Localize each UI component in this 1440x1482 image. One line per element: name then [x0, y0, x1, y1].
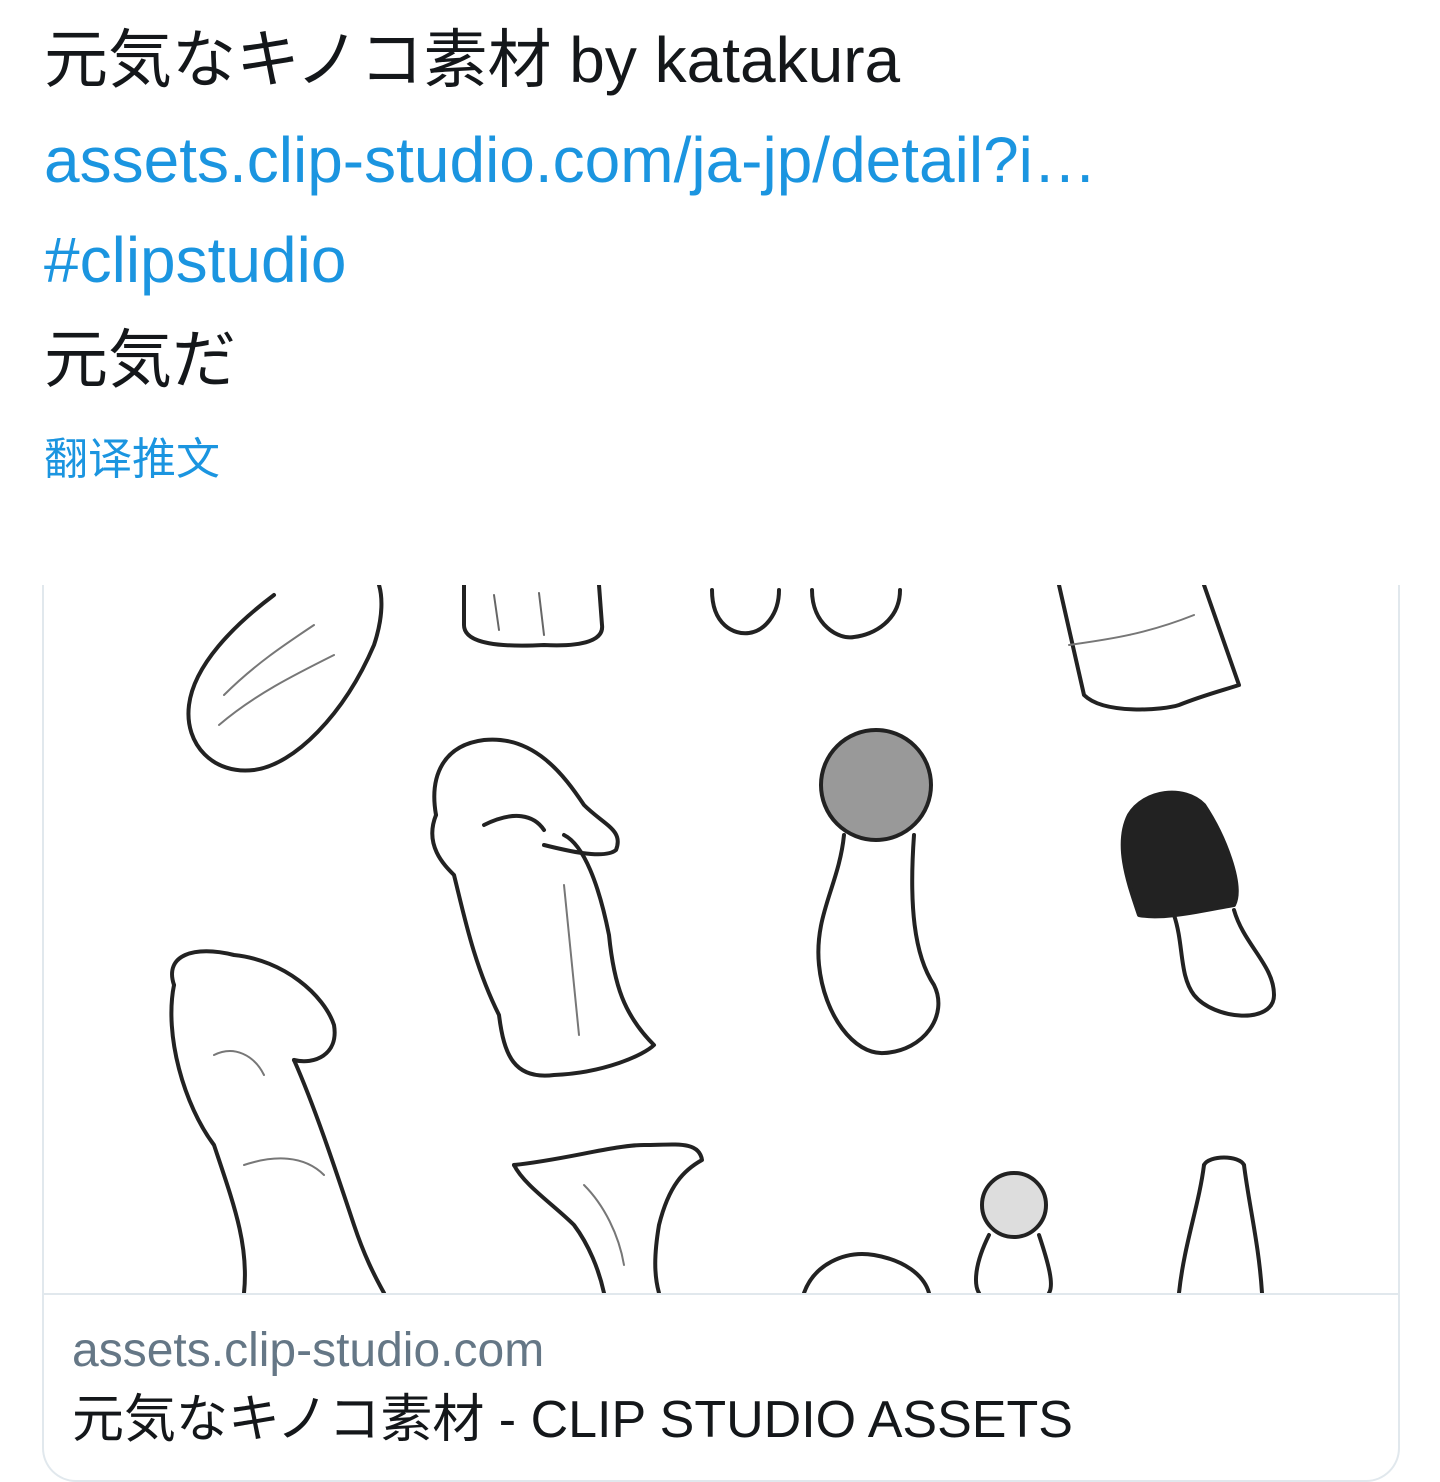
translate-tweet-link[interactable]: 翻译推文	[44, 430, 220, 490]
tweet-body: 元気なキノコ素材 by katakura assets.clip-studio.…	[44, 10, 1404, 410]
hashtag-link[interactable]: #clipstudio	[44, 210, 1404, 310]
card-title: 元気なキノコ素材 - CLIP STUDIO ASSETS	[72, 1391, 1073, 1449]
card-meta: assets.clip-studio.com 元気なキノコ素材 - CLIP S…	[72, 1321, 1372, 1453]
link-preview-card[interactable]: assets.clip-studio.com 元気なキノコ素材 - CLIP S…	[42, 585, 1400, 1482]
mushroom-illustration-image	[169, 585, 1276, 1293]
tweet-text-line: 元気なキノコ素材 by katakura	[44, 24, 901, 96]
card-domain: assets.clip-studio.com	[72, 1324, 545, 1377]
tweet-text-line: 元気だ	[44, 324, 236, 396]
tweet-url-link[interactable]: assets.clip-studio.com/ja-jp/detail?i…	[44, 110, 1404, 210]
card-image[interactable]	[44, 585, 1398, 1295]
